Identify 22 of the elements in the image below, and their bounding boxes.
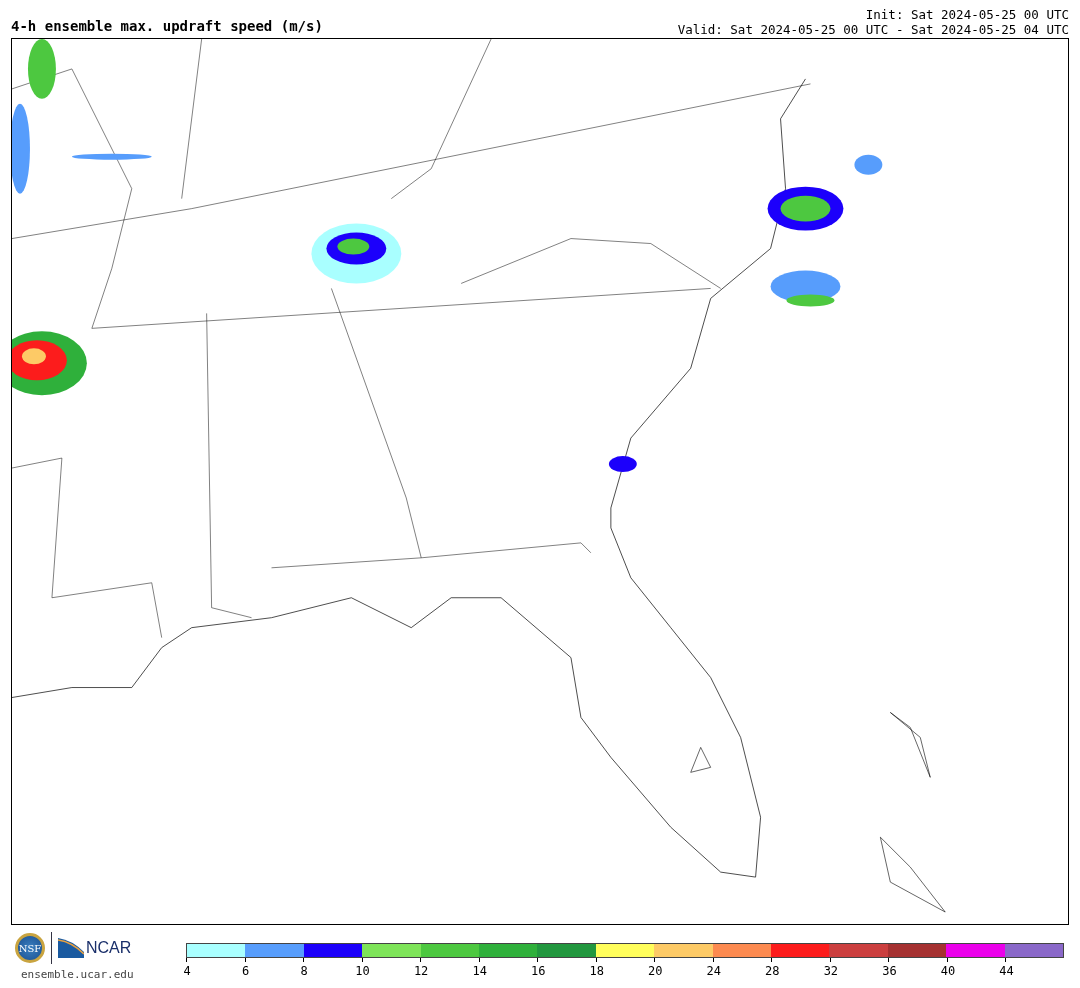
tick-label: 20 xyxy=(648,964,663,978)
tick-label: 36 xyxy=(882,964,897,978)
tick-label: 4 xyxy=(183,964,191,978)
nsf-logo: NSF xyxy=(15,933,45,963)
chart-title: 4-h ensemble max. updraft speed (m/s) xyxy=(11,18,323,36)
tick-label: 28 xyxy=(765,964,780,978)
tick-label: 18 xyxy=(589,964,604,978)
ncar-logo: NCAR xyxy=(86,939,132,957)
tick-label: 6 xyxy=(241,964,250,978)
tick-label: 32 xyxy=(823,964,839,978)
tick-label: 40 xyxy=(940,964,956,978)
tick-label: 8 xyxy=(300,964,308,978)
tick-label: 16 xyxy=(530,964,546,978)
tick-label: 14 xyxy=(472,964,487,978)
valid-time: Valid: Sat 2024-05-25 00 UTC - Sat 2024-05-25 04 UTC xyxy=(677,22,1069,37)
tick-label: 24 xyxy=(706,964,721,978)
tick-label: 44 xyxy=(999,964,1014,978)
init-time: Init: Sat 2024-05-25 00 UTC xyxy=(864,7,1069,22)
site-url: ensemble.ucar.edu xyxy=(20,968,134,981)
ncar-mark-icon xyxy=(58,938,84,958)
tick-label: 10 xyxy=(355,964,370,978)
tick-label: 12 xyxy=(413,964,429,978)
